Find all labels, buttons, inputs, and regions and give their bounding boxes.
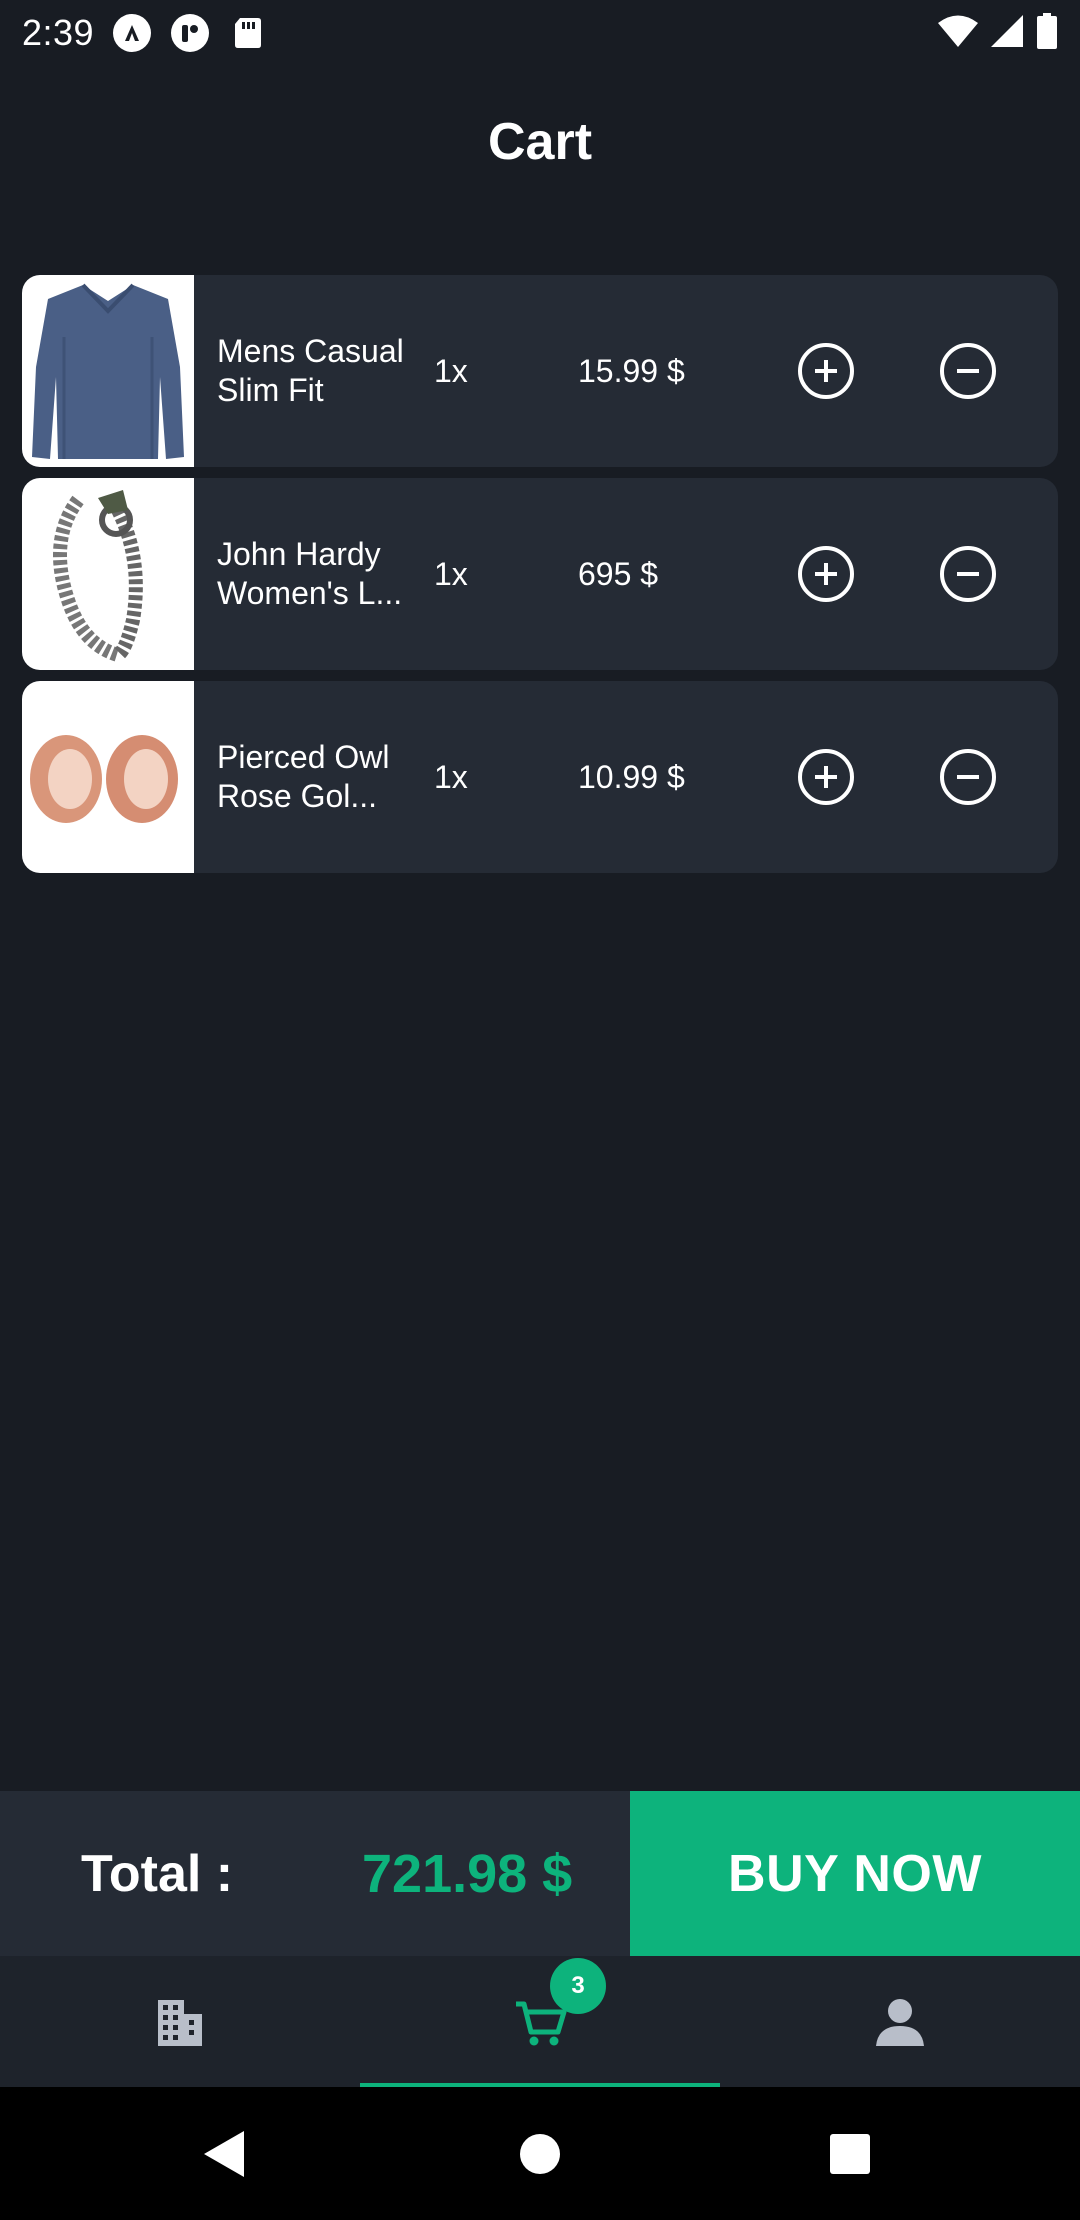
increase-quantity-button[interactable] [798, 546, 854, 602]
tab-products[interactable] [0, 1956, 360, 2087]
shirt-image [22, 275, 194, 467]
item-name: Pierced Owl Rose Gol... [217, 739, 390, 814]
status-time: 2:39 [22, 12, 95, 53]
back-icon [204, 2130, 244, 2177]
decrease-quantity-button[interactable] [940, 546, 996, 602]
minus-icon [957, 775, 979, 779]
wifi-icon [938, 14, 978, 53]
home-icon [520, 2133, 560, 2174]
home-button[interactable] [480, 2087, 600, 2220]
item-price: 10.99 $ [578, 758, 685, 795]
item-quantity: 1x [434, 758, 468, 795]
building-icon [158, 1999, 202, 2046]
decrease-quantity-button[interactable] [940, 749, 996, 805]
item-price: 15.99 $ [578, 352, 685, 389]
item-quantity: 1x [434, 555, 468, 592]
tab-profile[interactable] [720, 1956, 1080, 2087]
cart-list: Mens Casual Slim Fit 1x 15.99 $ John Har… [22, 275, 1058, 884]
status-right [938, 12, 1058, 54]
cart-screen: 2:39 Cart Mens Casual Slim Fit 1x 15.99 … [0, 0, 1080, 2220]
decrease-quantity-button[interactable] [940, 343, 996, 399]
item-name: Mens Casual Slim Fit [217, 333, 404, 408]
plus-icon [815, 766, 837, 788]
arch-notification-icon [112, 13, 152, 53]
status-bar: 2:39 [0, 0, 1080, 66]
sd-card-icon [228, 13, 268, 53]
increase-quantity-button[interactable] [798, 749, 854, 805]
minus-icon [957, 572, 979, 576]
signal-icon [990, 14, 1024, 53]
plus-icon [815, 563, 837, 585]
increase-quantity-button[interactable] [798, 343, 854, 399]
item-name: John Hardy Women's L... [217, 536, 403, 611]
bottom-nav: 3 [0, 1956, 1080, 2087]
system-nav-bar [0, 2087, 1080, 2220]
bracelet-image [22, 478, 194, 670]
earrings-image [22, 681, 194, 873]
total-label: Total : [81, 1844, 234, 1903]
tab-cart[interactable]: 3 [360, 1956, 720, 2087]
cart-icon-wrap: 3 [512, 1957, 606, 2050]
cart-item: John Hardy Women's L... 1x 695 $ [22, 478, 1058, 670]
cart-item: Mens Casual Slim Fit 1x 15.99 $ [22, 275, 1058, 467]
recent-apps-icon [830, 2133, 870, 2174]
battery-icon [1036, 12, 1058, 54]
item-price: 695 $ [578, 555, 659, 592]
checkout-bar: Total : 721.98 $ BUY NOW [0, 1791, 1080, 1956]
recent-apps-button[interactable] [790, 2087, 910, 2220]
back-button[interactable] [165, 2087, 285, 2220]
status-left: 2:39 [22, 12, 268, 54]
item-quantity: 1x [434, 352, 468, 389]
page-title: Cart [487, 113, 593, 171]
buy-now-button[interactable]: BUY NOW [630, 1791, 1080, 1956]
plus-icon [815, 360, 837, 382]
cart-item: Pierced Owl Rose Gol... 1x 10.99 $ [22, 681, 1058, 873]
total-value: 721.98 $ [362, 1843, 573, 1904]
app-notification-icon [170, 13, 210, 53]
cart-count-badge: 3 [550, 1957, 606, 2014]
minus-icon [957, 369, 979, 373]
person-icon [876, 1998, 924, 2046]
